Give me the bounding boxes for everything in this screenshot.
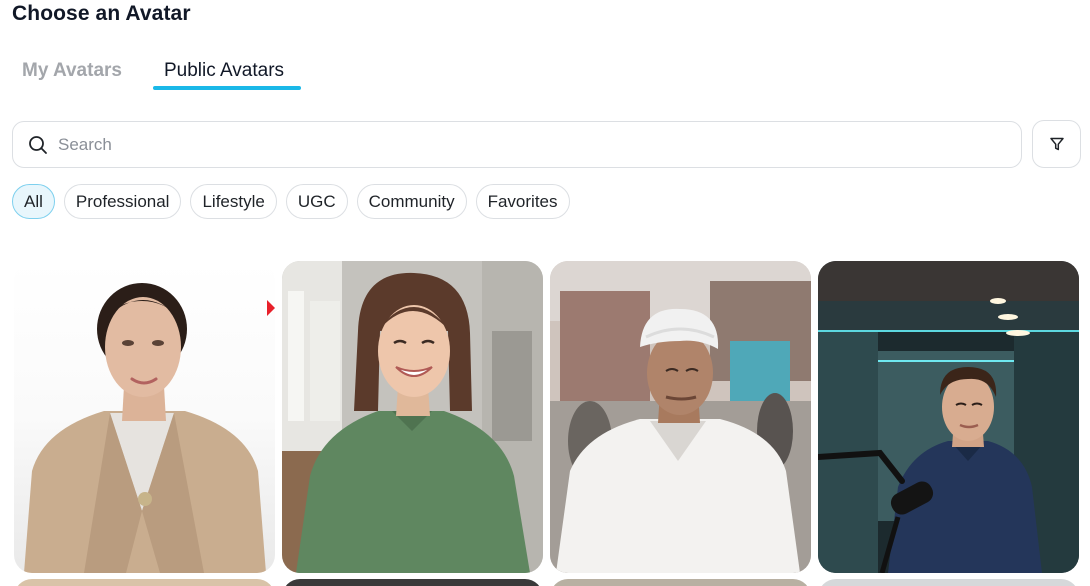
avatar-image — [282, 261, 543, 573]
avatar-card[interactable] — [550, 579, 811, 586]
category-chips: All Professional Lifestyle UGC Community… — [12, 184, 570, 219]
avatar-image — [818, 261, 1079, 573]
chip-lifestyle[interactable]: Lifestyle — [190, 184, 277, 219]
page-title: Choose an Avatar — [12, 2, 191, 25]
tab-public-avatars[interactable]: Public Avatars — [164, 60, 284, 82]
search-box — [12, 121, 1022, 168]
avatar-card[interactable] — [282, 579, 543, 586]
avatar-image — [550, 261, 811, 573]
chip-favorites[interactable]: Favorites — [475, 184, 570, 219]
avatar-image — [14, 261, 275, 573]
active-tab-indicator — [153, 86, 301, 90]
filter-button[interactable] — [1032, 120, 1081, 168]
avatar-card[interactable] — [818, 261, 1079, 573]
chip-professional[interactable]: Professional — [63, 184, 182, 219]
avatar-card[interactable] — [14, 261, 275, 573]
avatar-card[interactable] — [282, 261, 543, 573]
filter-icon — [1049, 137, 1064, 151]
tab-my-avatars[interactable]: My Avatars — [22, 60, 122, 82]
chip-all[interactable]: All — [12, 184, 55, 219]
avatar-card[interactable] — [14, 579, 275, 586]
play-indicator-icon — [267, 300, 275, 316]
avatar-card[interactable] — [550, 261, 811, 573]
search-icon — [29, 136, 47, 154]
search-input[interactable] — [58, 122, 998, 167]
chip-community[interactable]: Community — [356, 184, 467, 219]
avatar-card[interactable] — [818, 579, 1079, 586]
chip-ugc[interactable]: UGC — [285, 184, 348, 219]
